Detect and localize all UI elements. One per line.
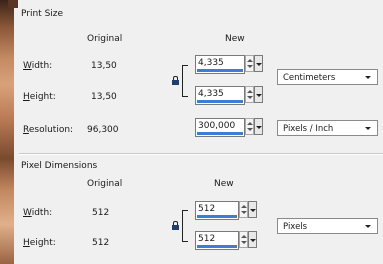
spinner-icon[interactable] — [245, 118, 254, 135]
link-bracket — [182, 210, 188, 242]
print-size-new-header: New — [225, 34, 245, 44]
pixel-unit-select[interactable]: Pixels — [277, 218, 378, 234]
print-height-input[interactable]: 4,335 — [195, 86, 245, 105]
pixel-height-input[interactable]: 512 — [195, 231, 239, 250]
print-height-label: Height: — [23, 92, 56, 102]
pixel-new-header: New — [214, 179, 234, 189]
resolution-label: Resolution: — [23, 125, 74, 135]
lock-icon[interactable] — [172, 221, 179, 230]
pixel-dimensions-title: Pixel Dimensions — [21, 161, 98, 171]
print-size-title: Print Size — [21, 9, 64, 19]
link-bracket — [182, 65, 188, 97]
section-divider — [19, 153, 383, 155]
background-photo — [0, 0, 18, 264]
spinner-icon[interactable] — [239, 231, 248, 248]
pixel-width-label: Width: — [23, 208, 53, 218]
pixel-width-input[interactable]: 512 — [195, 201, 239, 220]
pixel-height-label: Height: — [23, 238, 56, 248]
lock-icon[interactable] — [172, 76, 179, 85]
dropdown-arrow-icon[interactable] — [248, 201, 257, 218]
dropdown-arrow-icon[interactable] — [248, 231, 257, 248]
spinner-icon[interactable] — [245, 86, 254, 103]
dropdown-arrow-icon[interactable] — [254, 86, 263, 103]
resolution-original: 96,300 — [87, 125, 119, 135]
dropdown-arrow-icon[interactable] — [254, 118, 263, 135]
pixel-width-original: 512 — [92, 208, 110, 218]
resolution-input[interactable]: 300,000 — [195, 118, 245, 137]
print-width-original: 13,50 — [91, 61, 117, 71]
print-size-original-header: Original — [87, 34, 123, 44]
dropdown-arrow-icon[interactable] — [254, 55, 263, 72]
resolution-unit-select[interactable]: Pixels / Inch — [277, 120, 378, 136]
spinner-icon[interactable] — [245, 55, 254, 72]
pixel-original-header: Original — [87, 179, 123, 189]
pixel-height-original: 512 — [92, 238, 110, 248]
print-width-input[interactable]: 4,335 — [195, 55, 245, 74]
print-height-original: 13,50 — [91, 92, 117, 102]
spinner-icon[interactable] — [239, 201, 248, 218]
print-width-label: Width: — [23, 61, 53, 71]
print-unit-select[interactable]: Centimeters — [277, 69, 378, 85]
